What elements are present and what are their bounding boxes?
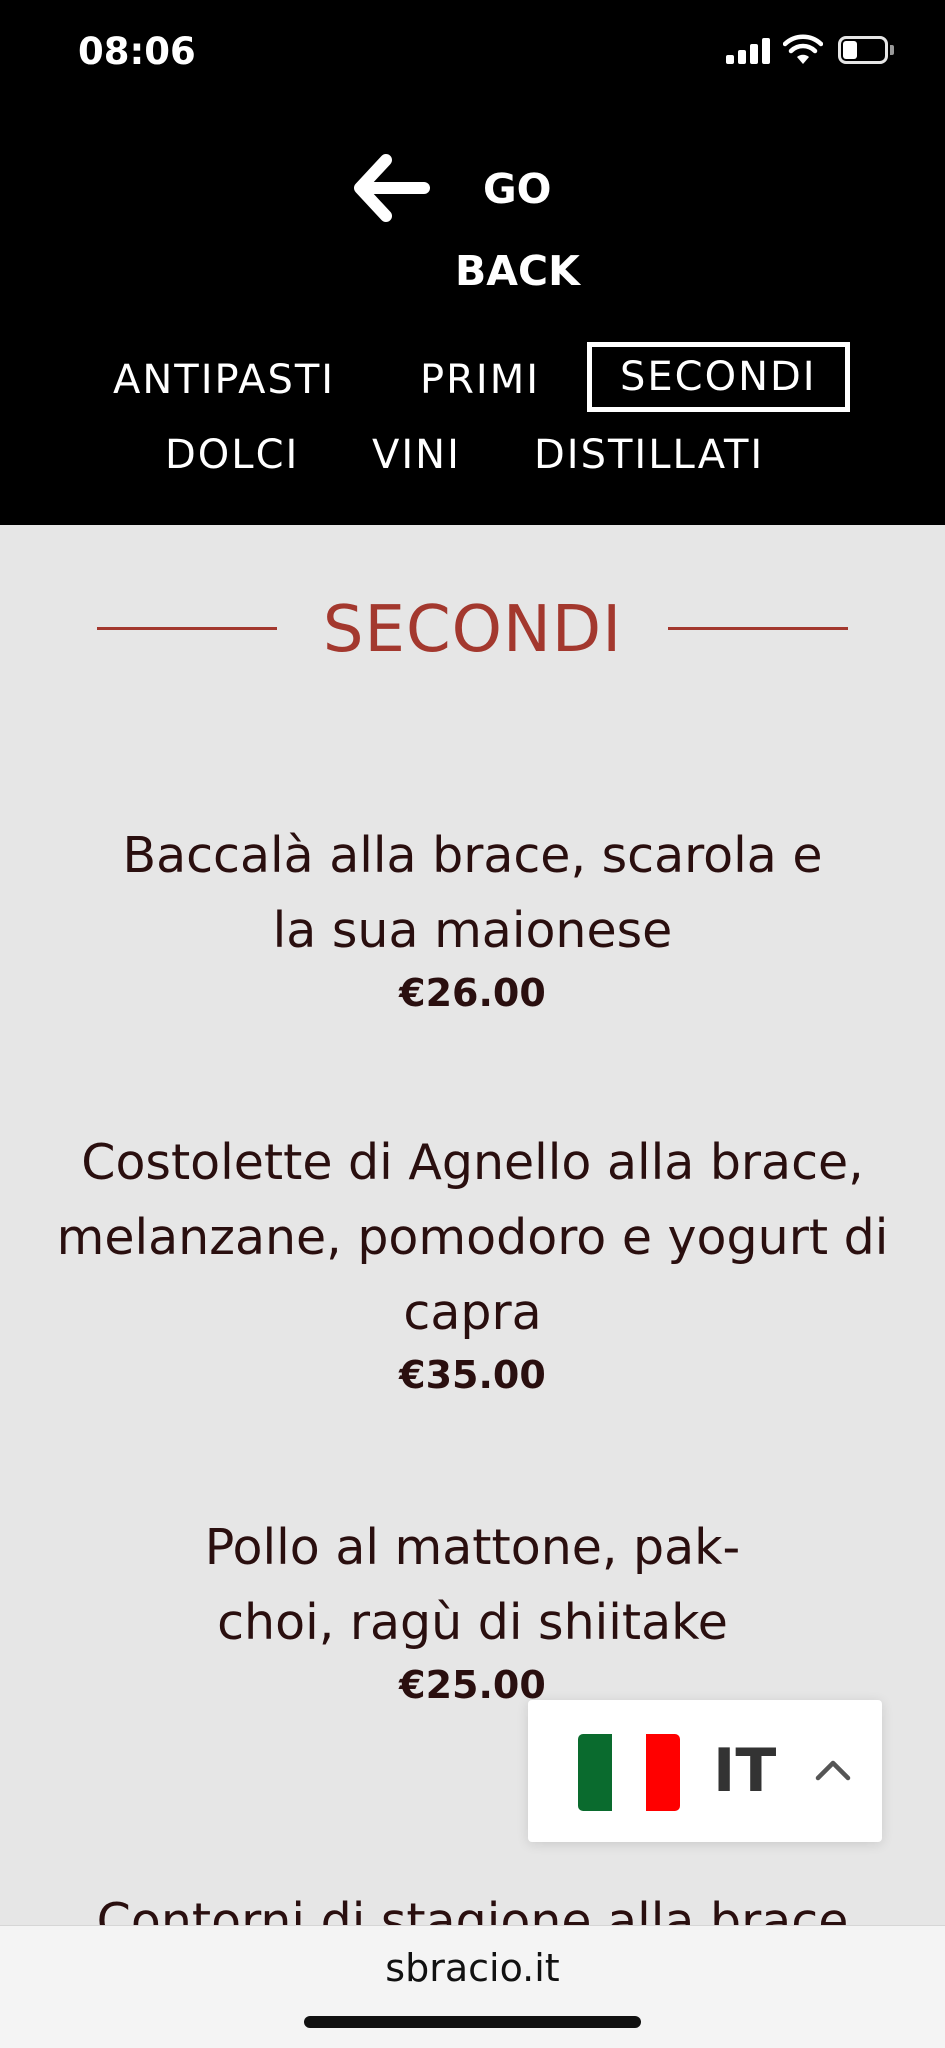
status-time: 08:06 xyxy=(78,30,196,73)
arrow-left-icon xyxy=(354,154,430,222)
go-back-label-line1: GO xyxy=(483,165,552,213)
menu-item-partial: Contorni di stagione alla brace xyxy=(40,1880,905,1928)
dish-name: Baccalà alla brace, scarola e la sua mai… xyxy=(122,827,823,959)
nav-antipasti[interactable]: ANTIPASTI xyxy=(113,356,335,404)
language-switcher[interactable]: IT xyxy=(528,1700,882,1842)
dish-price: €26.00 xyxy=(399,971,546,1015)
status-bar: 08:06 xyxy=(0,0,945,105)
nav-vini[interactable]: VINI xyxy=(372,431,461,479)
browser-url-bar[interactable]: sbracio.it xyxy=(0,1925,945,2048)
section-heading: SECONDI xyxy=(0,590,945,670)
nav-primi[interactable]: PRIMI xyxy=(420,356,540,404)
nav-distillati[interactable]: DISTILLATI xyxy=(534,431,764,479)
dish-name: Contorni di stagione alla brace xyxy=(96,1893,849,1928)
go-back-button[interactable]: GO BACK xyxy=(340,140,600,310)
italy-flag-icon xyxy=(578,1734,680,1811)
title-divider-right xyxy=(668,627,848,630)
wifi-icon xyxy=(783,34,823,64)
dish-price: €35.00 xyxy=(399,1353,546,1397)
url-text: sbracio.it xyxy=(385,1946,560,1990)
dish-name: Pollo al mattone, pak-choi, ragù di shii… xyxy=(204,1519,741,1651)
chevron-up-icon xyxy=(815,1760,851,1781)
section-title: SECONDI xyxy=(322,593,623,667)
nav-dolci[interactable]: DOLCI xyxy=(165,431,299,479)
go-back-label-line2: BACK xyxy=(455,247,580,295)
language-code: IT xyxy=(713,1736,777,1806)
home-indicator[interactable] xyxy=(304,2016,641,2028)
menu-item: Pollo al mattone, pak-choi, ragù di shii… xyxy=(40,1510,905,1708)
signal-icon xyxy=(726,38,770,64)
menu-item: Costolette di Agnello alla brace, melanz… xyxy=(40,1125,905,1398)
site-header: 08:06 GO BACK ANTIPASTI PRIMI SECONDI DO… xyxy=(0,0,945,525)
menu-item: Baccalà alla brace, scarola e la sua mai… xyxy=(40,818,905,1016)
dish-name: Costolette di Agnello alla brace, melanz… xyxy=(56,1134,889,1341)
nav-secondi[interactable]: SECONDI xyxy=(587,342,850,412)
battery-icon xyxy=(838,36,894,64)
